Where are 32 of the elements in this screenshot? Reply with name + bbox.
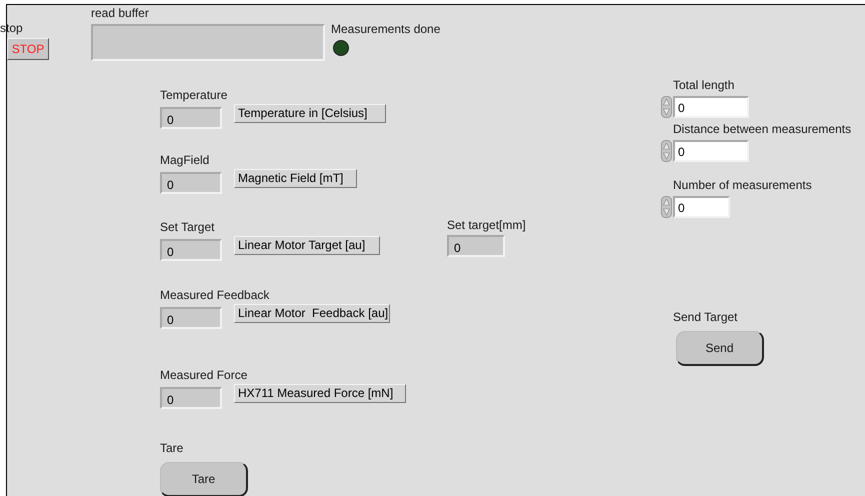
unit-caption: Linear Motor Feedback [au] — [234, 304, 390, 323]
unit-caption: Magnetic Field [mT] — [234, 169, 357, 188]
numeric-input-field[interactable]: 0 — [673, 96, 749, 118]
numeric-indicator: 0 — [160, 172, 222, 194]
unit-caption: Temperature in [Celsius] — [234, 104, 386, 123]
control-label: read buffer — [91, 6, 149, 20]
control-label: MagField — [160, 153, 210, 167]
control-label: Measured Feedback — [160, 288, 270, 302]
control-label: Tare — [160, 441, 184, 455]
control-label: Number of measurements — [673, 178, 812, 192]
control-label: Measured Force — [160, 368, 248, 382]
numeric-indicator: 0 — [160, 387, 222, 409]
control-label: Total length — [673, 78, 734, 92]
unit-caption: Linear Motor Target [au] — [234, 236, 380, 255]
numeric-input-field[interactable]: 0 — [673, 140, 749, 162]
increment-decrement-icon[interactable] — [661, 140, 672, 162]
increment-decrement-icon[interactable] — [661, 96, 672, 118]
numeric-indicator: 0 — [160, 107, 222, 129]
tare-button[interactable]: Tare — [160, 462, 248, 496]
numeric-input-field[interactable]: 0 — [673, 196, 730, 218]
control-label: Set Target — [160, 220, 214, 234]
send-button[interactable]: Send — [676, 331, 764, 366]
unit-caption: HX711 Measured Force [mN] — [234, 384, 406, 403]
control-label: Send Target — [673, 310, 738, 324]
numeric-indicator: 0 — [447, 235, 505, 257]
numeric-indicator: 0 — [160, 307, 222, 329]
control-label: Set target[mm] — [447, 218, 526, 232]
control-label: Measurements done — [331, 22, 440, 36]
control-label: Distance between measurements — [673, 122, 852, 136]
increment-decrement-icon[interactable] — [661, 196, 672, 218]
numeric-indicator: 0 — [160, 239, 222, 261]
control-label: Temperature — [160, 88, 228, 102]
